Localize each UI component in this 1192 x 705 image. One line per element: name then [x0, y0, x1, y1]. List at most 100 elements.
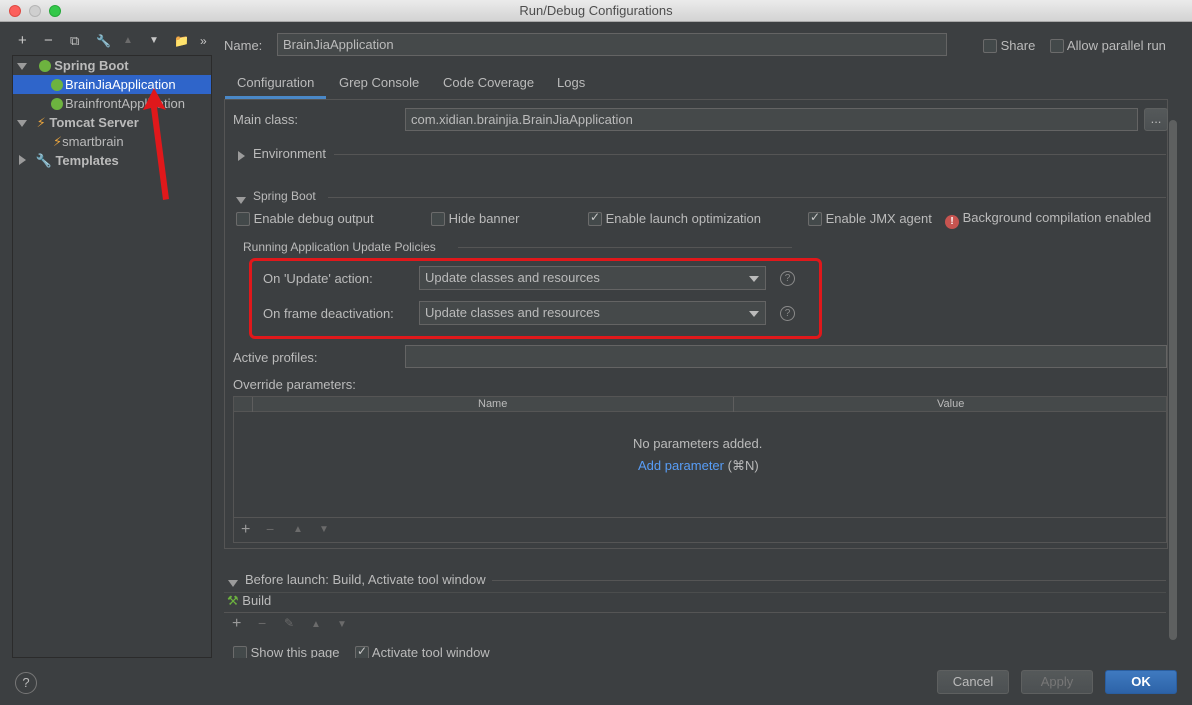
tomcat-icon: ⚡ — [53, 134, 63, 149]
help-icon[interactable]: ? — [780, 306, 795, 321]
chevron-right-icon[interactable] — [238, 149, 245, 164]
move-up-icon[interactable]: ▲ — [311, 619, 321, 630]
remove-config-button[interactable]: − — [44, 33, 53, 49]
add-param-button[interactable]: + — [241, 521, 250, 539]
frame-deactivation-select[interactable]: Update classes and resources — [419, 301, 766, 325]
remove-task-button[interactable]: − — [258, 615, 266, 631]
browse-button[interactable]: ... — [1144, 108, 1168, 131]
apply-button[interactable]: Apply — [1021, 670, 1093, 694]
remove-param-button[interactable]: − — [266, 521, 274, 537]
config-tree: Spring Boot BrainJiaApplication Brainfro… — [12, 55, 212, 658]
activate-window-checkbox[interactable]: Activate tool window — [355, 644, 490, 658]
environment-toggle[interactable]: Environment — [253, 146, 326, 161]
name-input[interactable]: BrainJiaApplication — [277, 33, 947, 56]
move-up-icon[interactable]: ▲ — [123, 33, 133, 49]
hammer-icon: ⚒ — [227, 593, 239, 608]
column-value-header[interactable]: Value — [937, 398, 964, 410]
divider — [458, 247, 792, 248]
active-profiles-input[interactable] — [405, 345, 1167, 368]
help-icon[interactable]: ? — [780, 271, 795, 286]
spring-boot-app-icon — [51, 98, 63, 110]
share-checkbox[interactable]: Share — [983, 38, 1035, 53]
error-icon: ! — [945, 215, 959, 229]
wrench-icon: 🔧 — [35, 153, 52, 168]
column-name-header[interactable]: Name — [478, 398, 507, 410]
build-task-row[interactable]: ⚒ Build — [224, 592, 1166, 613]
wrench-icon[interactable]: 🔧 — [96, 33, 111, 49]
tree-spring-boot-label: Spring Boot — [54, 58, 129, 73]
tab-logs[interactable]: Logs — [557, 73, 585, 99]
parallel-checkbox[interactable]: Allow parallel run — [1050, 38, 1166, 53]
tree-item-smartbrain-label: smartbrain — [62, 134, 124, 149]
tomcat-icon: ⚡ — [36, 115, 46, 130]
debug-output-checkbox[interactable]: Enable debug output — [236, 211, 374, 226]
tab-configuration[interactable]: Configuration — [225, 73, 327, 99]
column-divider — [252, 397, 253, 412]
move-down-icon[interactable]: ▼ — [149, 33, 159, 49]
update-action-select[interactable]: Update classes and resources — [419, 266, 766, 290]
divider — [224, 612, 1166, 613]
chevron-down-icon — [749, 276, 759, 282]
override-label: Override parameters: — [233, 377, 356, 392]
chevron-right-icon[interactable] — [19, 153, 26, 168]
policies-title: Running Application Update Policies — [243, 240, 436, 254]
name-label: Name: — [224, 38, 263, 53]
tree-item-brainjia[interactable]: BrainJiaApplication — [13, 75, 211, 94]
copy-config-icon[interactable]: ⧉ — [70, 33, 79, 49]
more-icon[interactable]: » — [200, 33, 207, 49]
chevron-down-icon[interactable] — [17, 115, 27, 130]
folder-icon[interactable]: 📁 — [174, 33, 189, 49]
main-class-input[interactable]: com.xidian.brainjia.BrainJiaApplication — [405, 108, 1138, 131]
ok-button[interactable]: OK — [1105, 670, 1177, 694]
annotation-arrow — [143, 88, 169, 200]
jmx-agent-checkbox[interactable]: Enable JMX agent — [808, 210, 932, 226]
bottom-bar — [0, 658, 1192, 705]
frame-deactivation-label: On frame deactivation: — [263, 306, 394, 321]
divider — [334, 154, 1166, 155]
scrollbar-thumb[interactable] — [1169, 120, 1177, 640]
chevron-down-icon[interactable] — [228, 575, 238, 590]
main-class-label: Main class: — [233, 112, 299, 127]
add-parameter-link[interactable]: Add parameter — [638, 458, 724, 473]
tree-tomcat[interactable]: ⚡ Tomcat Server — [17, 113, 139, 132]
title-bar: Run/Debug Configurations — [0, 0, 1192, 22]
tree-spring-boot[interactable]: Spring Boot — [17, 56, 129, 75]
move-down-icon[interactable]: ▼ — [319, 524, 329, 535]
divider — [492, 580, 1166, 581]
cancel-button[interactable]: Cancel — [937, 670, 1009, 694]
before-launch-title: Before launch: Build, Activate tool wind… — [245, 572, 486, 587]
close-window-button[interactable] — [9, 5, 21, 17]
column-divider — [733, 397, 734, 412]
before-launch-options: Show this page Activate tool window — [224, 643, 1169, 658]
move-down-icon[interactable]: ▼ — [337, 619, 347, 630]
tree-templates-label: Templates — [55, 153, 119, 168]
spring-boot-icon — [38, 60, 51, 72]
move-up-icon[interactable]: ▲ — [293, 524, 303, 535]
shortcut-text: (⌘N) — [727, 458, 759, 473]
divider — [234, 517, 1166, 518]
add-config-button[interactable]: + — [18, 33, 27, 49]
edit-task-icon[interactable]: ✎ — [284, 616, 294, 630]
add-task-button[interactable]: + — [232, 615, 241, 633]
launch-optimization-checkbox[interactable]: Enable launch optimization — [588, 210, 761, 226]
show-page-checkbox[interactable]: Show this page — [233, 645, 340, 658]
chevron-down-icon[interactable] — [236, 192, 246, 207]
chevron-down-icon — [749, 311, 759, 317]
update-action-label: On 'Update' action: — [263, 271, 373, 286]
bg-compilation-warning: ! Background compilation enabled — [945, 210, 1166, 229]
tree-item-smartbrain[interactable]: ⚡smartbrain — [53, 132, 124, 151]
window-title: Run/Debug Configurations — [519, 3, 673, 18]
help-button[interactable]: ? — [15, 672, 37, 694]
hide-banner-checkbox[interactable]: Hide banner — [431, 211, 519, 226]
spring-boot-app-icon — [51, 79, 63, 91]
params-table-header — [234, 397, 1166, 412]
minimize-window-button[interactable] — [29, 5, 41, 17]
zoom-window-button[interactable] — [49, 5, 61, 17]
tree-tomcat-label: Tomcat Server — [49, 115, 139, 130]
tree-templates[interactable]: 🔧 Templates — [19, 151, 119, 170]
chevron-down-icon[interactable] — [17, 58, 27, 73]
no-params-text: No parameters added. — [633, 436, 763, 451]
tab-grep-console[interactable]: Grep Console — [339, 73, 419, 99]
tab-code-coverage[interactable]: Code Coverage — [443, 73, 534, 99]
add-parameter-row: Add parameter (⌘N) — [638, 458, 759, 474]
